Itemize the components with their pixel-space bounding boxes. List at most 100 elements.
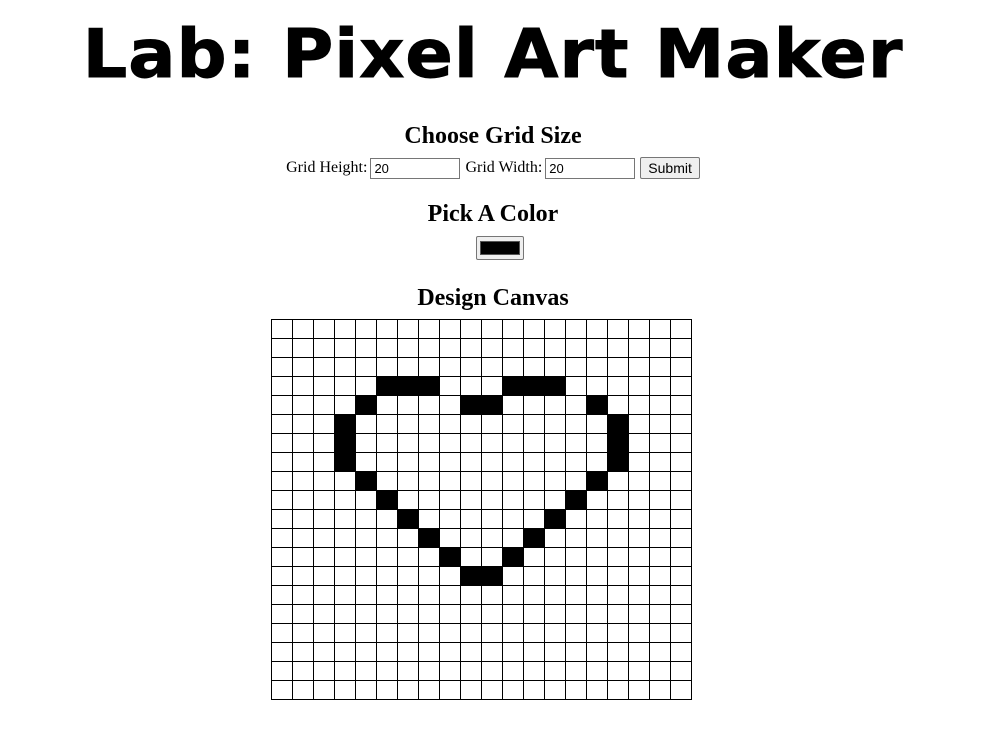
canvas-cell[interactable] (313, 452, 335, 472)
canvas-cell[interactable] (481, 490, 503, 510)
canvas-cell[interactable] (670, 433, 692, 453)
canvas-cell[interactable] (481, 566, 503, 586)
canvas-cell[interactable] (355, 661, 377, 681)
canvas-cell[interactable] (670, 414, 692, 434)
canvas-cell[interactable] (271, 680, 293, 700)
canvas-cell[interactable] (628, 604, 650, 624)
canvas-cell[interactable] (607, 338, 629, 358)
canvas-cell[interactable] (565, 357, 587, 377)
canvas-cell[interactable] (481, 661, 503, 681)
canvas-cell[interactable] (607, 319, 629, 339)
canvas-cell[interactable] (586, 547, 608, 567)
canvas-cell[interactable] (397, 490, 419, 510)
canvas-cell[interactable] (439, 661, 461, 681)
canvas-cell[interactable] (418, 604, 440, 624)
canvas-cell[interactable] (670, 661, 692, 681)
canvas-cell[interactable] (376, 471, 398, 491)
canvas-cell[interactable] (334, 357, 356, 377)
canvas-cell[interactable] (313, 566, 335, 586)
canvas-cell[interactable] (334, 604, 356, 624)
canvas-cell[interactable] (355, 414, 377, 434)
canvas-cell[interactable] (355, 604, 377, 624)
canvas-cell[interactable] (502, 680, 524, 700)
canvas-cell[interactable] (649, 585, 671, 605)
canvas-cell[interactable] (292, 547, 314, 567)
canvas-cell[interactable] (313, 623, 335, 643)
canvas-cell[interactable] (544, 395, 566, 415)
canvas-cell[interactable] (397, 547, 419, 567)
canvas-cell[interactable] (523, 452, 545, 472)
canvas-cell[interactable] (460, 471, 482, 491)
canvas-cell[interactable] (439, 547, 461, 567)
canvas-cell[interactable] (502, 661, 524, 681)
canvas-cell[interactable] (355, 376, 377, 396)
canvas-cell[interactable] (334, 566, 356, 586)
canvas-cell[interactable] (586, 433, 608, 453)
canvas-cell[interactable] (523, 490, 545, 510)
canvas-cell[interactable] (397, 661, 419, 681)
canvas-cell[interactable] (292, 414, 314, 434)
canvas-cell[interactable] (355, 452, 377, 472)
canvas-cell[interactable] (376, 376, 398, 396)
canvas-cell[interactable] (355, 509, 377, 529)
canvas-cell[interactable] (376, 528, 398, 548)
canvas-cell[interactable] (376, 585, 398, 605)
canvas-cell[interactable] (460, 661, 482, 681)
canvas-cell[interactable] (460, 680, 482, 700)
canvas-cell[interactable] (334, 490, 356, 510)
canvas-cell[interactable] (460, 566, 482, 586)
canvas-cell[interactable] (586, 585, 608, 605)
canvas-cell[interactable] (439, 566, 461, 586)
canvas-cell[interactable] (418, 509, 440, 529)
canvas-cell[interactable] (670, 490, 692, 510)
canvas-cell[interactable] (292, 604, 314, 624)
canvas-cell[interactable] (544, 680, 566, 700)
canvas-cell[interactable] (565, 319, 587, 339)
canvas-cell[interactable] (628, 433, 650, 453)
canvas-cell[interactable] (397, 604, 419, 624)
canvas-cell[interactable] (649, 566, 671, 586)
canvas-cell[interactable] (376, 680, 398, 700)
canvas-cell[interactable] (649, 414, 671, 434)
canvas-cell[interactable] (481, 585, 503, 605)
canvas-cell[interactable] (271, 509, 293, 529)
canvas-cell[interactable] (586, 642, 608, 662)
canvas-cell[interactable] (313, 433, 335, 453)
canvas-cell[interactable] (271, 585, 293, 605)
canvas-cell[interactable] (397, 376, 419, 396)
canvas-cell[interactable] (628, 661, 650, 681)
canvas-cell[interactable] (481, 319, 503, 339)
canvas-cell[interactable] (334, 509, 356, 529)
canvas-cell[interactable] (523, 661, 545, 681)
canvas-cell[interactable] (544, 566, 566, 586)
canvas-cell[interactable] (586, 319, 608, 339)
canvas-cell[interactable] (670, 528, 692, 548)
canvas-cell[interactable] (481, 452, 503, 472)
canvas-cell[interactable] (607, 357, 629, 377)
canvas-cell[interactable] (292, 528, 314, 548)
canvas-cell[interactable] (523, 585, 545, 605)
canvas-cell[interactable] (418, 414, 440, 434)
canvas-cell[interactable] (586, 528, 608, 548)
canvas-cell[interactable] (418, 471, 440, 491)
canvas-cell[interactable] (313, 680, 335, 700)
canvas-cell[interactable] (397, 566, 419, 586)
canvas-cell[interactable] (565, 623, 587, 643)
canvas-cell[interactable] (355, 680, 377, 700)
canvas-cell[interactable] (628, 509, 650, 529)
canvas-cell[interactable] (607, 642, 629, 662)
canvas-cell[interactable] (481, 547, 503, 567)
canvas-cell[interactable] (439, 642, 461, 662)
canvas-cell[interactable] (376, 395, 398, 415)
canvas-cell[interactable] (544, 509, 566, 529)
canvas-cell[interactable] (397, 357, 419, 377)
canvas-cell[interactable] (523, 509, 545, 529)
canvas-cell[interactable] (565, 433, 587, 453)
canvas-cell[interactable] (586, 623, 608, 643)
canvas-cell[interactable] (523, 433, 545, 453)
canvas-cell[interactable] (418, 452, 440, 472)
canvas-cell[interactable] (418, 566, 440, 586)
canvas-cell[interactable] (439, 338, 461, 358)
canvas-cell[interactable] (649, 528, 671, 548)
canvas-cell[interactable] (418, 338, 440, 358)
